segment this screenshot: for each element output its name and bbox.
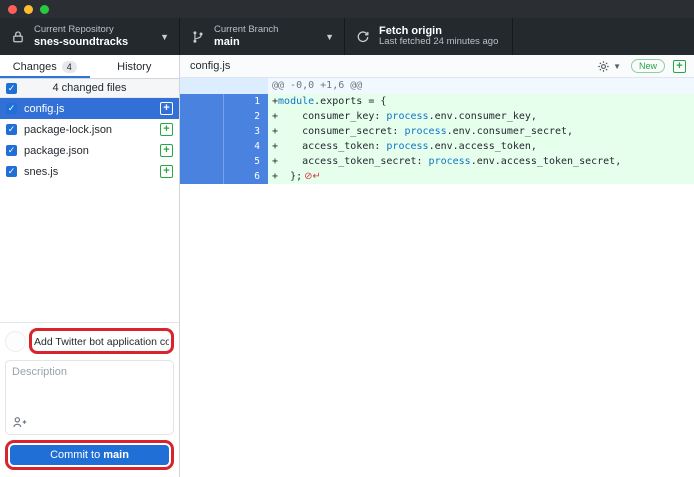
diff-filename: config.js [190, 60, 597, 72]
tab-history[interactable]: History [90, 55, 180, 78]
gutter-new-line-number[interactable]: 3 [224, 124, 268, 139]
file-row[interactable]: ✓ package-lock.json + [0, 119, 179, 140]
github-desktop-window: Current Repository snes-soundtracks ▼ Cu… [0, 0, 694, 477]
diff-panel: config.js ▼ New + @@ -0,0 +1,6 @@ 1+modu… [180, 55, 694, 477]
branch-label: Current Branch [214, 25, 319, 36]
branch-name: main [214, 36, 319, 49]
diff-line: 4+ access_token: process.env.access_toke… [180, 139, 694, 154]
code-text: +module.exports = { [268, 94, 694, 109]
no-newline-icon: ⊘↵ [302, 171, 321, 182]
changes-count-badge: 4 [62, 61, 77, 73]
diff-empty-area [180, 278, 694, 477]
file-added-icon: + [160, 165, 173, 178]
hunk-header-text: @@ -0,0 +1,6 @@ [268, 78, 694, 94]
gutter-old-line-number[interactable] [180, 169, 224, 184]
changed-files-count: 4 changed files [0, 82, 179, 94]
file-added-icon: + [160, 102, 173, 115]
sidebar: Changes 4 History ✓ 4 changed files ✓ con… [0, 55, 180, 477]
diff-line: 6+ };⊘↵ [180, 169, 694, 184]
current-repository-button[interactable]: Current Repository snes-soundtracks ▼ [0, 18, 180, 55]
code-text: + consumer_secret: process.env.consumer_… [268, 124, 694, 139]
gutter-old-line-number[interactable] [180, 94, 224, 109]
gutter-new-line-number[interactable]: 2 [224, 109, 268, 124]
commit-button[interactable]: Commit to main [10, 445, 169, 465]
gutter-old-line-number[interactable] [180, 109, 224, 124]
file-name: package-lock.json [24, 124, 153, 136]
sidebar-tabs: Changes 4 History [0, 55, 179, 79]
file-name: snes.js [24, 166, 153, 178]
add-coauthor-icon[interactable] [12, 415, 28, 429]
close-window-button[interactable] [8, 5, 17, 14]
file-row[interactable]: ✓ snes.js + [0, 161, 179, 182]
code-text: + };⊘↵ [268, 169, 694, 184]
file-name: package.json [24, 145, 153, 157]
file-include-checkbox[interactable]: ✓ [6, 124, 17, 135]
red-annotation-commit-button: Commit to main [5, 440, 174, 470]
commit-summary-input[interactable] [34, 336, 169, 348]
file-added-icon: + [160, 144, 173, 157]
gutter-old-line-number[interactable] [180, 124, 224, 139]
zoom-window-button[interactable] [40, 5, 49, 14]
chevron-down-icon: ▼ [613, 62, 621, 71]
commit-description-input[interactable] [6, 361, 173, 413]
repository-label: Current Repository [34, 25, 154, 36]
lock-icon [10, 29, 26, 45]
code-text: + access_token: process.env.access_token… [268, 139, 694, 154]
hunk-gutter[interactable] [180, 78, 268, 94]
file-include-checkbox[interactable]: ✓ [6, 166, 17, 177]
summary-row [5, 328, 174, 354]
file-row[interactable]: ✓ config.js + [0, 98, 179, 119]
gutter-old-line-number[interactable] [180, 154, 224, 169]
diff-line: 5+ access_token_secret: process.env.acce… [180, 154, 694, 169]
commit-button-prefix: Commit to [50, 449, 103, 461]
gutter-old-line-number[interactable] [180, 139, 224, 154]
red-annotation-summary [29, 328, 174, 354]
file-row[interactable]: ✓ package.json + [0, 140, 179, 161]
file-added-icon: + [160, 123, 173, 136]
file-list: ✓ config.js + ✓ package-lock.json + ✓ package.j… [0, 98, 179, 182]
diff-options-button[interactable]: ▼ [597, 60, 621, 73]
git-branch-icon [190, 29, 206, 45]
code-text: + consumer_key: process.env.consumer_key… [268, 109, 694, 124]
main-area: Changes 4 History ✓ 4 changed files ✓ con… [0, 55, 694, 477]
sync-icon [355, 29, 371, 45]
gutter-new-line-number[interactable]: 5 [224, 154, 268, 169]
gutter-new-line-number[interactable]: 4 [224, 139, 268, 154]
code-text: + access_token_secret: process.env.acces… [268, 154, 694, 169]
file-include-checkbox[interactable]: ✓ [6, 145, 17, 156]
fetch-origin-button[interactable]: Fetch origin Last fetched 24 minutes ago [345, 18, 513, 55]
file-name: config.js [24, 103, 153, 115]
commit-form: Commit to main [0, 322, 179, 477]
diff-line: 1+module.exports = { [180, 94, 694, 109]
description-box [5, 360, 174, 435]
changed-files-header: ✓ 4 changed files [0, 79, 179, 98]
chevron-down-icon: ▼ [160, 32, 169, 42]
avatar [5, 331, 26, 352]
current-branch-button[interactable]: Current Branch main ▼ [180, 18, 345, 55]
commit-button-branch: main [103, 449, 129, 461]
hunk-header-row: @@ -0,0 +1,6 @@ [180, 78, 694, 94]
diff-line: 3+ consumer_secret: process.env.consumer… [180, 124, 694, 139]
repository-name: snes-soundtracks [34, 36, 154, 49]
diff-header: config.js ▼ New + [180, 55, 694, 78]
file-include-checkbox[interactable]: ✓ [6, 103, 17, 114]
gear-icon [597, 60, 610, 73]
gutter-new-line-number[interactable]: 1 [224, 94, 268, 109]
diff-body: @@ -0,0 +1,6 @@ 1+module.exports = {2+ c… [180, 78, 694, 278]
chevron-down-icon: ▼ [325, 32, 334, 42]
gutter-new-line-number[interactable]: 6 [224, 169, 268, 184]
diff-lines: 1+module.exports = {2+ consumer_key: pro… [180, 94, 694, 184]
minimize-window-button[interactable] [24, 5, 33, 14]
title-bar [0, 0, 694, 18]
tab-changes[interactable]: Changes 4 [0, 55, 90, 78]
added-file-icon: + [673, 60, 686, 73]
new-file-badge: New [631, 59, 665, 73]
toolbar-empty-space [513, 18, 694, 55]
tab-changes-label: Changes [13, 61, 57, 73]
sidebar-empty-space [0, 182, 179, 322]
tab-history-label: History [117, 61, 151, 73]
diff-line: 2+ consumer_key: process.env.consumer_ke… [180, 109, 694, 124]
fetch-detail: Last fetched 24 minutes ago [379, 37, 502, 48]
toolbar: Current Repository snes-soundtracks ▼ Cu… [0, 18, 694, 55]
